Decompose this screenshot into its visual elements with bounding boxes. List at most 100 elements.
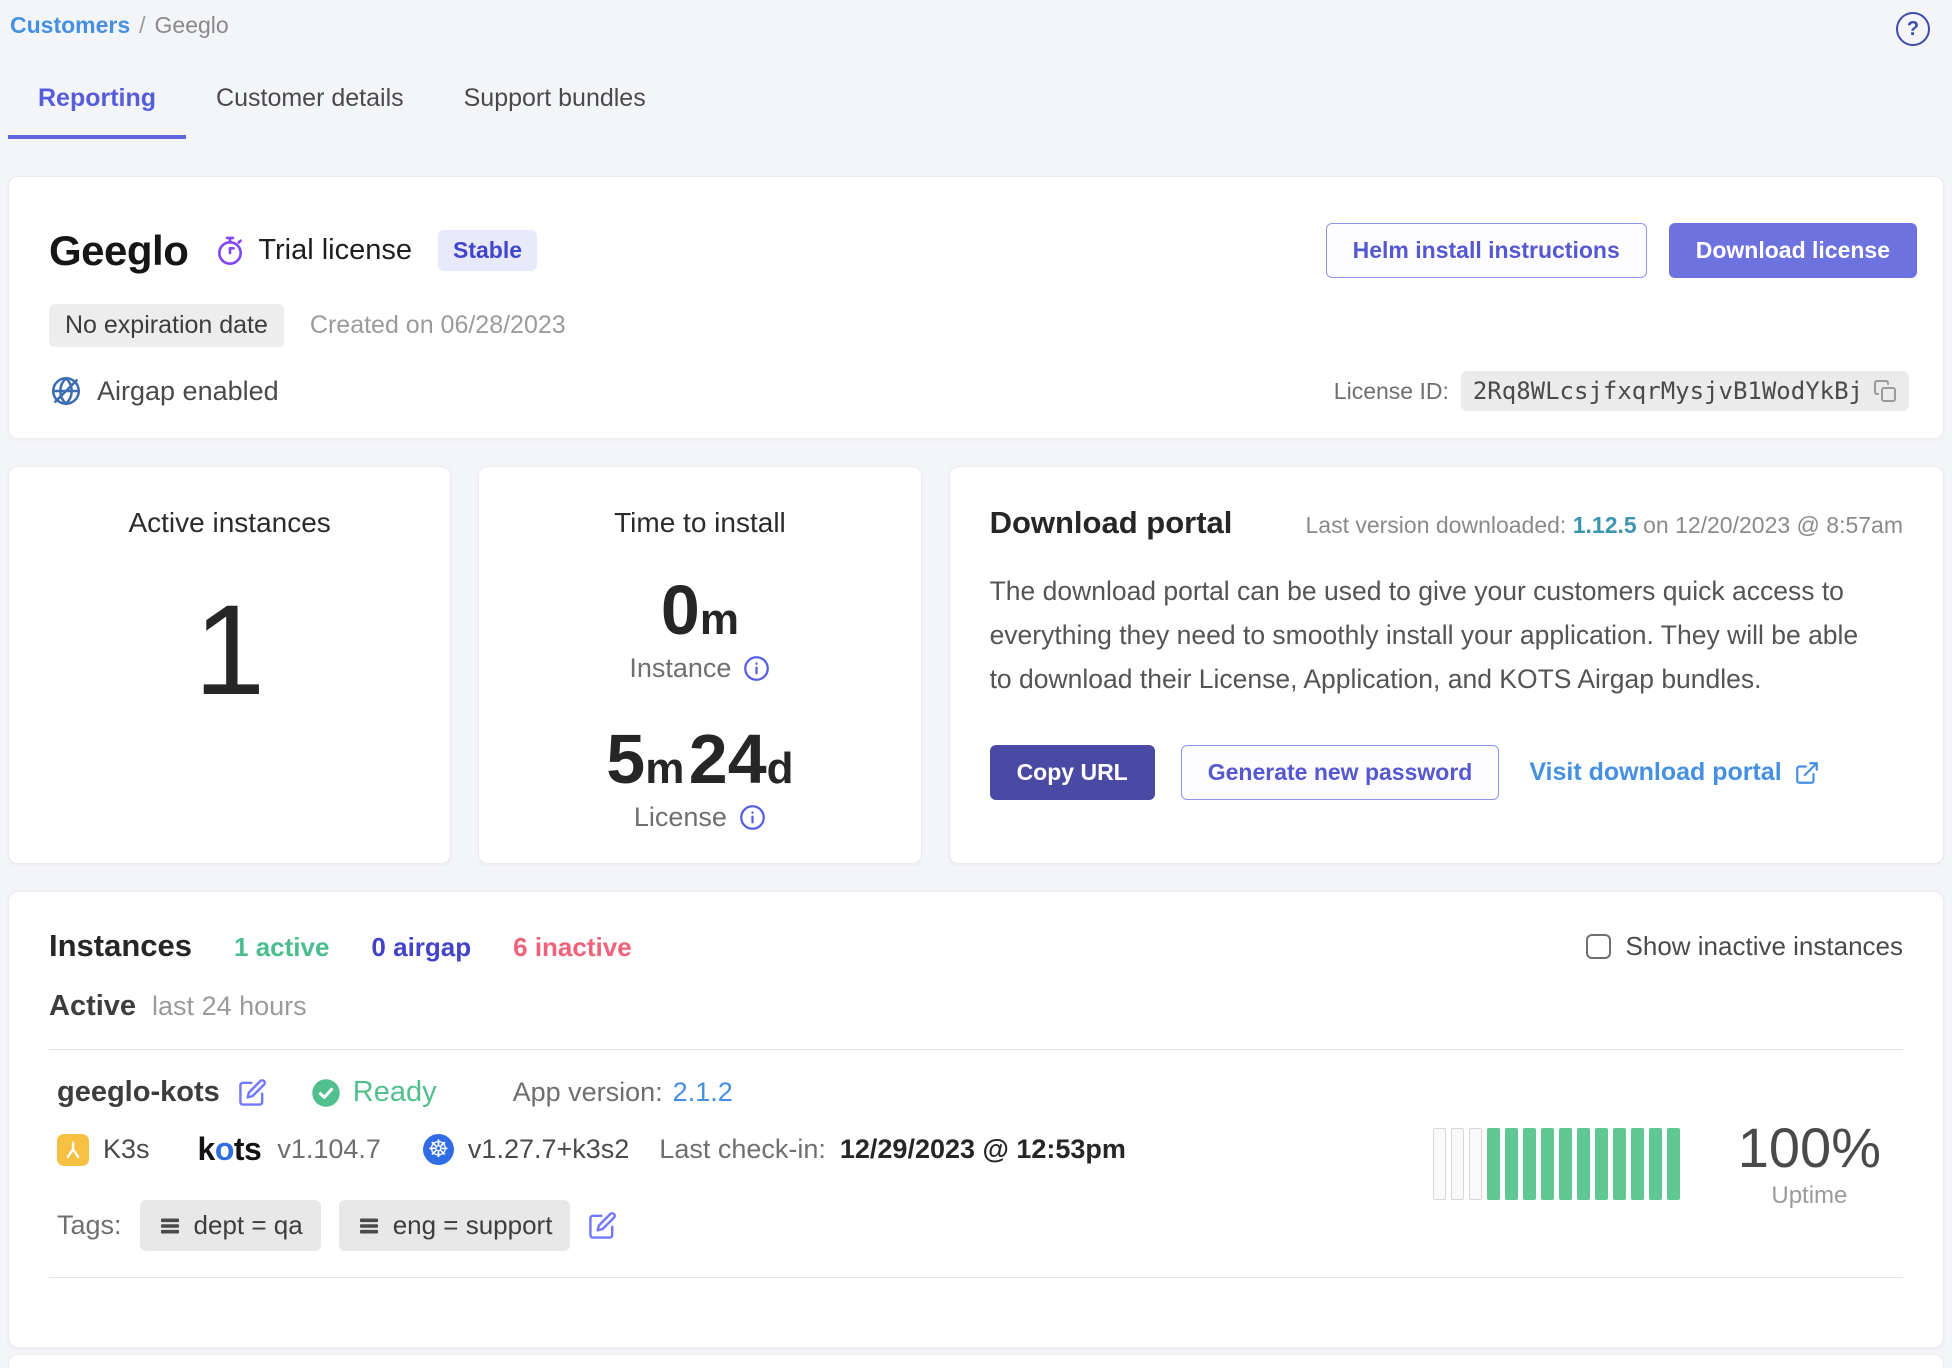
uptime-label: Uptime [1771, 1182, 1847, 1210]
kots-logo: kots [198, 1131, 262, 1168]
last-version-suffix: on 12/20/2023 @ 8:57am [1643, 512, 1903, 538]
instance-status: Ready [311, 1076, 437, 1109]
tab-reporting[interactable]: Reporting [8, 76, 186, 139]
last-version-downloaded: Last version downloaded: 1.12.5 on 12/20… [1305, 512, 1903, 539]
kubernetes-icon: ☸ [423, 1134, 454, 1165]
active-group-title: Active [49, 990, 136, 1023]
active-instances-count: 1 [194, 587, 265, 715]
instances-card: Instances 1 active 0 airgap 6 inactive S… [8, 891, 1944, 1348]
download-portal-title: Download portal [990, 505, 1233, 541]
airgap-count-link[interactable]: 0 airgap [371, 932, 471, 963]
show-inactive-control: Show inactive instances [1586, 931, 1903, 962]
airgap-label: Airgap enabled [97, 376, 279, 407]
license-install-time: 5m 24d [606, 724, 793, 794]
app-version-link[interactable]: 2.1.2 [673, 1077, 733, 1108]
show-inactive-label: Show inactive instances [1626, 931, 1903, 962]
instance-name-row: geeglo-kots Ready App version: 2.1.2 [57, 1076, 1126, 1109]
instances-title: Instances [49, 928, 192, 964]
uptime-bar-filled [1505, 1128, 1518, 1200]
created-date-text: Created on 06/28/2023 [310, 311, 566, 340]
license-install-label-row: License [634, 802, 766, 833]
tab-support-bundles[interactable]: Support bundles [434, 76, 676, 139]
expiration-badge: No expiration date [49, 304, 284, 347]
active-count-link[interactable]: 1 active [234, 932, 329, 963]
instance-install-time: 0m [661, 575, 739, 645]
uptime-bar-filled [1523, 1128, 1536, 1200]
kots-logo-ts: ts [234, 1131, 261, 1167]
license-title-group: Geeglo Trial license Stable [49, 227, 537, 275]
app-version-group: App version: 2.1.2 [513, 1077, 733, 1108]
download-portal-actions: Copy URL Generate new password Visit dow… [990, 745, 1903, 800]
kubernetes-version: v1.27.7+k3s2 [468, 1134, 629, 1165]
license-summary-card: Geeglo Trial license Stable Helm install… [8, 176, 1944, 439]
license-id-group: License ID: 2Rq8WLcsjfxqrMysjvB1WodYkBj [1334, 371, 1909, 411]
edit-instance-name-icon[interactable] [238, 1078, 267, 1107]
instance-name: geeglo-kots [57, 1076, 220, 1109]
k3s-icon [57, 1134, 89, 1166]
active-group-subtitle: last 24 hours [152, 991, 307, 1022]
uptime-bar-filled [1649, 1128, 1662, 1200]
download-portal-header: Download portal Last version downloaded:… [990, 505, 1903, 541]
uptime-value: 100% [1738, 1117, 1881, 1179]
breadcrumb: Customers / Geeglo [10, 12, 229, 39]
visit-download-portal-link[interactable]: Visit download portal [1529, 758, 1819, 787]
uptime-bar-empty [1469, 1128, 1482, 1200]
license-info-icon[interactable] [739, 804, 766, 831]
divider [49, 1277, 1903, 1278]
external-link-icon [1794, 760, 1820, 786]
license-expiration-row: No expiration date Created on 06/28/2023 [49, 304, 1917, 347]
instance-install-time-number: 0 [661, 571, 700, 649]
tag-rows-icon [357, 1214, 381, 1238]
license-install-time-unit2: d [767, 744, 794, 793]
uptime-stat: 100% Uptime [1738, 1117, 1881, 1211]
uptime-bars [1433, 1128, 1680, 1200]
breadcrumb-customers-link[interactable]: Customers [10, 12, 130, 39]
instance-install-time-unit: m [700, 595, 739, 644]
active-instances-title: Active instances [128, 507, 330, 539]
visit-download-portal-label: Visit download portal [1529, 758, 1781, 787]
kots-version: v1.104.7 [277, 1134, 381, 1165]
instance-uptime: 100% Uptime [1433, 1117, 1895, 1211]
instance-info-icon[interactable] [743, 655, 770, 682]
license-id-value: 2Rq8WLcsjfxqrMysjvB1WodYkBj [1473, 377, 1863, 405]
edit-tags-icon[interactable] [588, 1211, 617, 1240]
app-version-label: App version: [513, 1077, 663, 1108]
trial-timer-icon [214, 235, 246, 267]
copy-license-id-icon[interactable] [1873, 379, 1897, 403]
uptime-bar-filled [1631, 1128, 1644, 1200]
download-license-button[interactable]: Download license [1669, 223, 1917, 278]
last-checkin-value: 12/29/2023 @ 12:53pm [840, 1134, 1126, 1165]
active-instances-card: Active instances 1 [8, 466, 451, 864]
show-inactive-checkbox[interactable] [1586, 934, 1611, 959]
license-card-actions: Helm install instructions Download licen… [1326, 223, 1917, 278]
next-card-edge [8, 1354, 1944, 1368]
instances-header: Instances 1 active 0 airgap 6 inactive S… [49, 928, 1903, 964]
last-version-link[interactable]: 1.12.5 [1573, 512, 1637, 538]
generate-new-password-button[interactable]: Generate new password [1181, 745, 1500, 800]
breadcrumb-separator: / [139, 12, 145, 39]
tab-customer-details[interactable]: Customer details [186, 76, 434, 139]
help-icon[interactable]: ? [1896, 12, 1930, 46]
last-version-label: Last version downloaded: [1305, 512, 1566, 538]
inactive-count-link[interactable]: 6 inactive [513, 932, 632, 963]
license-install-time-unit1: m [645, 744, 684, 793]
helm-install-instructions-button[interactable]: Helm install instructions [1326, 223, 1647, 278]
time-to-install-title: Time to install [614, 507, 786, 539]
instance-row: geeglo-kots Ready App version: 2.1.2 [49, 1050, 1903, 1277]
license-install-time-number2: 24 [689, 720, 767, 798]
license-id-label: License ID: [1334, 378, 1449, 405]
distribution-label: K3s [103, 1134, 150, 1165]
customer-name: Geeglo [49, 227, 188, 275]
tag-pill-eng-support: eng = support [339, 1200, 571, 1251]
copy-url-button[interactable]: Copy URL [990, 745, 1155, 800]
download-portal-card: Download portal Last version downloaded:… [949, 466, 1944, 864]
uptime-bar-filled [1487, 1128, 1500, 1200]
uptime-bar-empty [1433, 1128, 1446, 1200]
instance-install-label: Instance [629, 653, 731, 684]
license-card-header-row: Geeglo Trial license Stable Helm install… [49, 223, 1917, 278]
kots-logo-o: o [215, 1131, 234, 1167]
active-group-header: Active last 24 hours [49, 990, 1903, 1023]
airgap-status: Airgap enabled [49, 374, 279, 408]
tag-pill-dept-qa: dept = qa [140, 1200, 321, 1251]
stats-row: Active instances 1 Time to install 0m In… [8, 466, 1944, 864]
